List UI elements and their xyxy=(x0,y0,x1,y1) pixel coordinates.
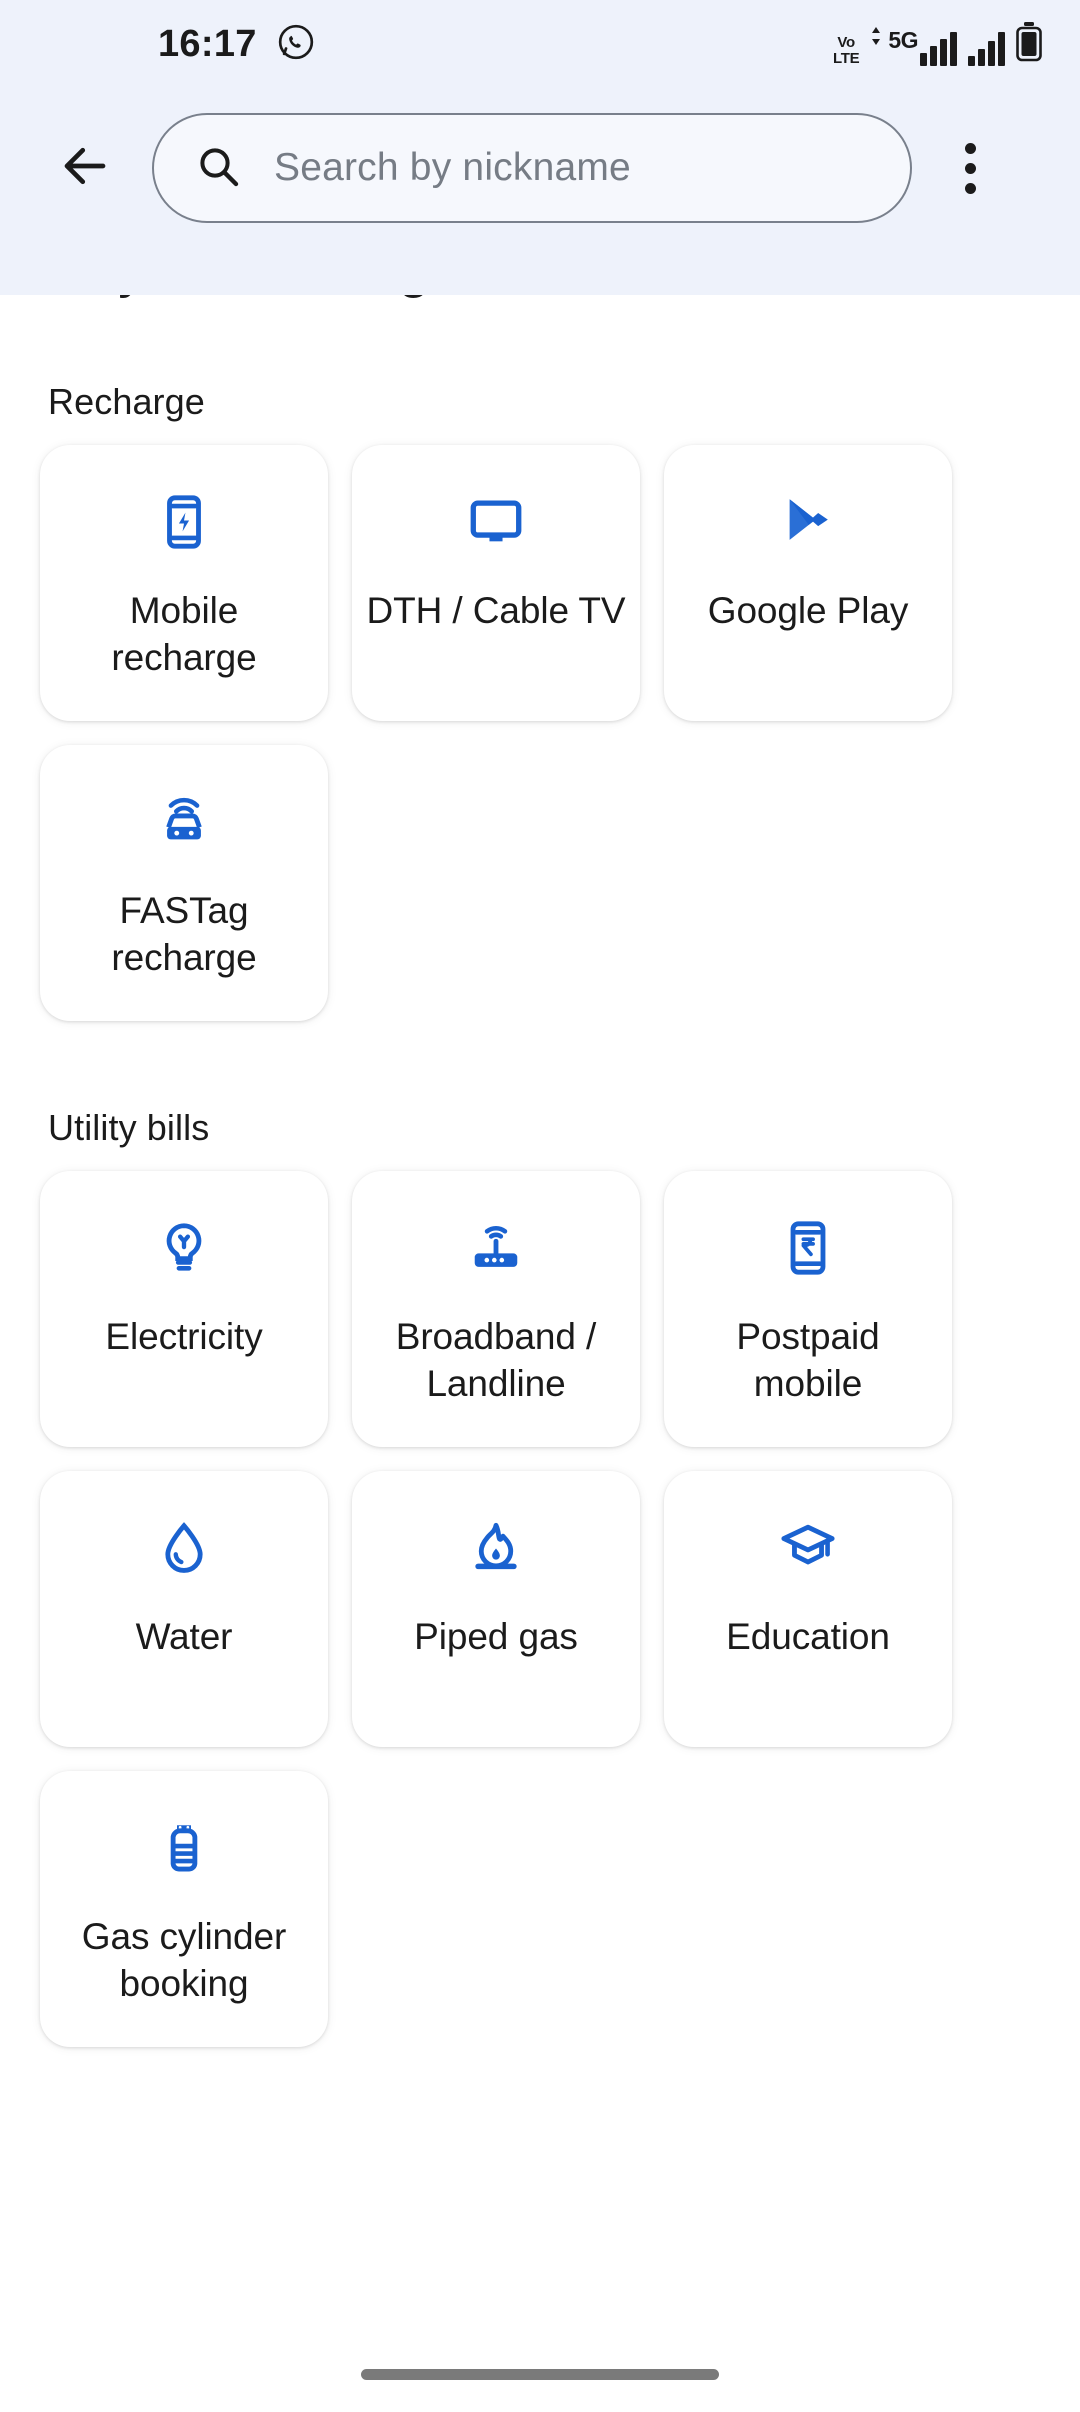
category-card-google-play[interactable]: Google Play xyxy=(664,445,952,721)
category-card-water[interactable]: Water xyxy=(40,1471,328,1747)
category-label: Postpaid mobile xyxy=(736,1316,880,1405)
back-button[interactable] xyxy=(42,125,128,211)
category-label: Electricity xyxy=(105,1316,263,1357)
category-card-postpaid-mobile[interactable]: Postpaid mobile xyxy=(664,1171,952,1447)
category-card-piped-gas[interactable]: Piped gas xyxy=(352,1471,640,1747)
home-indicator[interactable] xyxy=(361,2369,719,2380)
search-icon xyxy=(194,142,242,195)
search-bar[interactable]: Search by nickname xyxy=(152,113,912,223)
category-card-education[interactable]: Education xyxy=(664,1471,952,1747)
category-card-gas-cylinder-booking[interactable]: Gas cylinder booking xyxy=(40,1771,328,2047)
volte-bottom-label: LTE xyxy=(832,49,860,67)
section-utility-bills: Utility bills Electricity Broadband / La… xyxy=(0,1107,1080,2047)
data-transfer-arrows-icon xyxy=(870,25,886,52)
tv-icon xyxy=(465,491,527,553)
volte-icon: Vo LTE xyxy=(832,34,860,67)
network-type-label: 5G xyxy=(888,27,918,53)
overflow-menu-icon-dot3 xyxy=(964,182,976,194)
router-icon xyxy=(465,1217,527,1279)
payment-categories-content: Recharge Mobile recharge DTH / Cable TV … xyxy=(0,295,1080,2087)
overflow-menu-icon-dot2 xyxy=(964,162,976,174)
category-card-fastag-recharge[interactable]: FASTag recharge xyxy=(40,745,328,1021)
status-bar-right: Vo LTE 5G xyxy=(833,22,1042,66)
category-label: DTH / Cable TV xyxy=(366,590,626,631)
app-bar: Search by nickname xyxy=(0,88,1080,248)
signal-bars-2-icon xyxy=(968,32,1005,66)
category-label: Gas cylinder booking xyxy=(81,1916,287,2005)
google-play-icon xyxy=(777,491,839,553)
flame-icon xyxy=(465,1517,527,1579)
fastag-car-icon xyxy=(153,791,215,853)
overflow-menu-button[interactable] xyxy=(932,125,1008,211)
utility-bills-grid: Electricity Broadband / Landline Postpai… xyxy=(0,1171,1080,2047)
category-label: Broadband / Landline xyxy=(395,1316,597,1405)
category-card-mobile-recharge[interactable]: Mobile recharge xyxy=(40,445,328,721)
graduation-cap-icon xyxy=(777,1517,839,1579)
category-label: FASTag recharge xyxy=(111,890,257,979)
search-input[interactable]: Search by nickname xyxy=(274,146,631,190)
category-card-dth-cable-tv[interactable]: DTH / Cable TV xyxy=(352,445,640,721)
recharge-grid: Mobile recharge DTH / Cable TV Google Pl… xyxy=(0,445,1080,1021)
section-title-utility-bills: Utility bills xyxy=(48,1107,210,1148)
water-drop-icon xyxy=(153,1517,215,1579)
signal-bars-icon xyxy=(920,32,957,66)
header-band: 16:17 Vo LTE 5G Search by nickname xyxy=(0,0,1080,295)
overflow-menu-icon xyxy=(964,142,976,154)
whatsapp-icon xyxy=(277,23,315,66)
category-label: Water xyxy=(135,1616,233,1657)
5g-icon: 5G xyxy=(870,25,957,66)
category-label: Education xyxy=(726,1616,890,1657)
category-card-broadband-landline[interactable]: Broadband / Landline xyxy=(352,1171,640,1447)
section-recharge: Recharge Mobile recharge DTH / Cable TV … xyxy=(0,381,1080,1021)
section-title-recharge: Recharge xyxy=(48,381,205,422)
phone-rupee-icon xyxy=(777,1217,839,1279)
category-label: Piped gas xyxy=(414,1616,578,1657)
gas-cylinder-icon xyxy=(153,1817,215,1879)
category-card-electricity[interactable]: Electricity xyxy=(40,1171,328,1447)
volte-top-label: Vo xyxy=(837,34,855,52)
category-label: Google Play xyxy=(707,590,909,631)
battery-icon xyxy=(1016,22,1042,67)
status-bar-left: 16:17 xyxy=(158,23,315,66)
back-arrow-icon xyxy=(58,139,112,198)
status-bar: 16:17 Vo LTE 5G xyxy=(0,0,1080,88)
category-label: Mobile recharge xyxy=(111,590,257,679)
status-clock: 16:17 xyxy=(158,23,257,65)
mobile-recharge-icon xyxy=(153,491,215,553)
lightbulb-icon xyxy=(153,1217,215,1279)
